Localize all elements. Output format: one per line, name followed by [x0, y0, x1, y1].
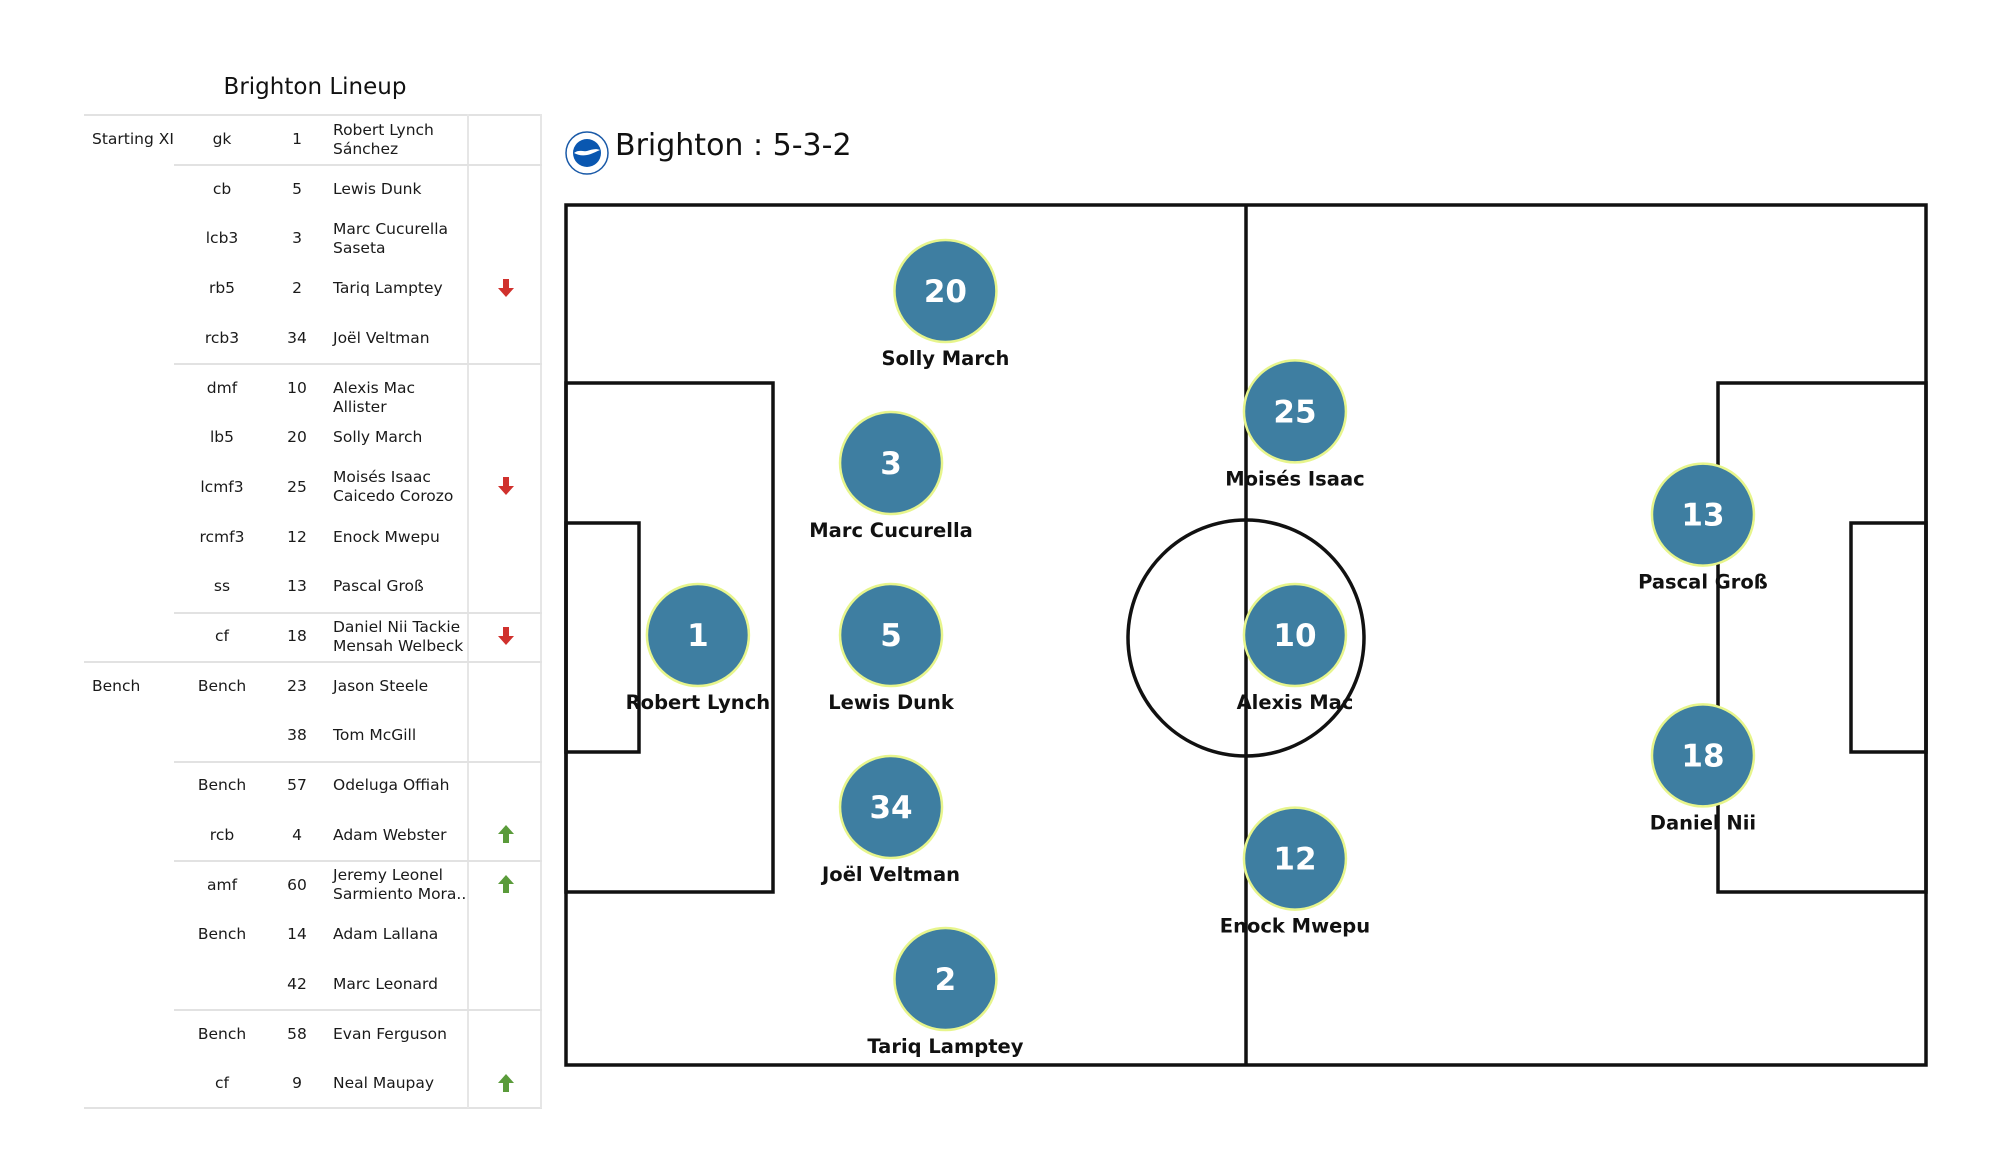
player-number: 12: [1273, 842, 1316, 878]
player-number: 20: [924, 274, 967, 310]
player-marker: 2 Tariq Lamptey: [867, 926, 1024, 1058]
player-marker: 10 Alexis Mac: [1237, 582, 1354, 714]
player-name-label: Alexis Mac: [1237, 691, 1354, 714]
player-number: 1: [687, 618, 709, 654]
player-marker: 13 Pascal Groß: [1638, 462, 1768, 594]
player-marker: 20 Solly March: [881, 238, 1009, 370]
player-number: 13: [1681, 498, 1724, 534]
player-name-label: Robert Lynch: [626, 691, 770, 714]
player-number: 5: [880, 618, 902, 654]
player-name-label: Tariq Lamptey: [867, 1035, 1023, 1058]
player-name-label: Pascal Groß: [1638, 571, 1768, 594]
pitch-diagram: 1 Robert Lynch 20 Solly March 3 Marc Cucurell…: [564, 203, 1928, 1067]
player-number: 10: [1273, 618, 1316, 654]
player-name-label: Marc Cucurella: [809, 519, 973, 542]
player-marker: 12 Enock Mwepu: [1220, 806, 1370, 938]
players-layer: 1 Robert Lynch 20 Solly March 3 Marc Cucurell…: [626, 238, 1768, 1058]
player-marker: 5 Lewis Dunk: [828, 582, 955, 714]
player-marker: 18 Daniel Nii: [1650, 703, 1756, 834]
player-number: 25: [1273, 394, 1316, 430]
player-number: 34: [869, 790, 912, 826]
player-marker: 3 Marc Cucurella: [809, 410, 973, 542]
player-number: 2: [935, 962, 957, 998]
player-name-label: Moisés Isaac: [1225, 467, 1364, 490]
player-name-label: Solly March: [881, 347, 1009, 370]
player-name-label: Joël Veltman: [820, 863, 960, 886]
player-number: 3: [880, 446, 902, 482]
player-name-label: Enock Mwepu: [1220, 915, 1370, 938]
player-number: 18: [1681, 738, 1724, 774]
right-goal-area: [1849, 521, 1928, 754]
left-goal-area: [564, 521, 641, 754]
player-marker: 34 Joël Veltman: [820, 754, 960, 886]
player-name-label: Daniel Nii: [1650, 811, 1756, 834]
player-marker: 1 Robert Lynch: [626, 582, 770, 714]
player-name-label: Lewis Dunk: [828, 691, 955, 714]
